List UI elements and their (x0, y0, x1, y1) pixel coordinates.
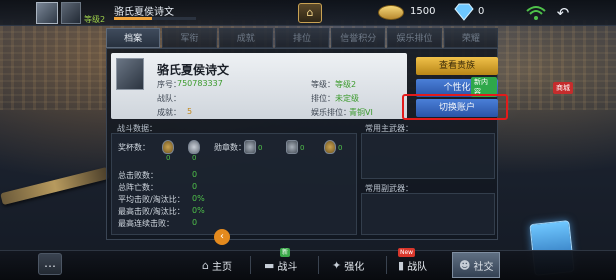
achievement-label: 成就： (157, 108, 181, 117)
trophy-count: 0 (192, 154, 197, 162)
nav-label: 社交 (473, 261, 494, 273)
tab-reputation[interactable]: 信誉积分 (331, 28, 386, 48)
gun-icon: ▬ (264, 258, 275, 272)
diamond-icon[interactable] (454, 3, 474, 21)
coin-count: 1500 (410, 6, 436, 17)
gem-count: 0 (478, 6, 485, 17)
rank-label: 排位： (311, 94, 335, 103)
player-name: 骆氏夏侯诗文 (114, 7, 174, 18)
nav-label: 主页 (211, 261, 232, 273)
medal-label: 勋章数： (214, 143, 246, 152)
stat-label: 总击败数： (118, 171, 158, 180)
tab-profile[interactable]: 档案 (106, 28, 161, 48)
stat-label: 平均击败/淘汰比： (118, 195, 185, 204)
top-bar: 骆氏夏侯诗文 等级2 ⌂ 1500 0 ↶ (0, 0, 616, 26)
stat-value: 0 (192, 218, 198, 227)
stat-value: 0 (192, 170, 198, 179)
chest-icon[interactable]: ⌂ (298, 3, 322, 23)
nav-label: 战斗 (277, 261, 298, 273)
medal-icon (324, 140, 336, 154)
stat-value: 0 (192, 182, 198, 191)
view-honor-button[interactable]: 查看贵族 (416, 57, 498, 75)
player-avatar[interactable] (36, 2, 58, 24)
mall-tag[interactable]: 商城 (553, 82, 573, 94)
nav-social[interactable]: ☻ 社交 (452, 252, 501, 278)
level-value: 等级2 (335, 80, 357, 89)
tab-ranking[interactable]: 排位 (274, 28, 330, 48)
stat-label: 最高击败/淘汰比： (118, 207, 185, 216)
weapon-decoration (0, 166, 110, 206)
fun-rank-value: 青铜VI (349, 108, 373, 117)
profile-card: 骆氏夏侯诗文 序号： 750783337 战队： 成就： 5 等级： 等级2 排… (111, 53, 407, 119)
stat-value: 0% (192, 206, 205, 215)
silver-trophy-icon (188, 140, 200, 154)
tab-glory[interactable]: 荣耀 (443, 28, 498, 48)
id-value: 750783337 (177, 79, 223, 88)
nav-upgrade[interactable]: ✦ 强化 (326, 252, 370, 278)
medal-count: 0 (300, 144, 305, 152)
wifi-icon (526, 6, 546, 20)
medal-count: 0 (338, 144, 343, 152)
trophy-count: 0 (166, 154, 171, 162)
battle-new-badge: 新 (280, 248, 291, 257)
stat-label: 总阵亡数： (118, 183, 158, 192)
team-label: 战队： (157, 94, 181, 103)
rank-icon (61, 2, 81, 24)
profile-tabs: 档案 军衔 成就 排位 信誉积分 娱乐排位 荣耀 (106, 28, 498, 48)
nav-label: 强化 (344, 261, 365, 273)
fun-rank-label: 娱乐排位： (311, 108, 351, 117)
profile-panel: 骆氏夏侯诗文 序号： 750783337 战队： 成就： 5 等级： 等级2 排… (106, 48, 498, 240)
level-label: 等级： (311, 80, 335, 89)
stat-label: 最高连续击败： (118, 219, 174, 228)
battle-stats-box: 奖杯数： 0 0 勋章数： 0 0 0 总击败数： 0 总阵亡数： 0 平均击败… (111, 133, 357, 235)
clan-new-badge: New (398, 248, 416, 257)
xp-fill (114, 17, 152, 20)
trophy-label: 奖杯数： (118, 143, 150, 152)
profile-avatar[interactable] (116, 58, 144, 90)
rank-value: 未定级 (335, 94, 359, 103)
home-icon: ⌂ (202, 258, 209, 272)
clan-icon: ▮ (398, 258, 405, 272)
social-icon: ☻ (459, 258, 471, 272)
nav-home[interactable]: ⌂ 主页 (196, 252, 238, 278)
secondary-weapon-slot[interactable] (361, 193, 495, 235)
stat-value: 0% (192, 194, 205, 203)
gold-trophy-icon (162, 140, 174, 154)
nav-divider (318, 256, 319, 274)
tab-achievements[interactable]: 成就 (218, 28, 273, 48)
chevron-left-icon[interactable]: ‹ (214, 229, 230, 245)
medal-icon (244, 140, 256, 154)
tab-military-rank[interactable]: 军衔 (162, 28, 217, 48)
player-level: 等级2 (84, 15, 106, 24)
switch-account-highlight (402, 94, 508, 120)
medal-count: 0 (258, 144, 263, 152)
upgrade-icon: ✦ (332, 258, 342, 272)
main-weapon-slot[interactable] (361, 133, 495, 179)
tab-fun-ranking[interactable]: 娱乐排位 (387, 28, 442, 48)
coin-icon[interactable] (378, 5, 404, 20)
nav-divider (386, 256, 387, 274)
nav-label: 战队 (407, 261, 428, 273)
xp-bar (114, 17, 196, 20)
achievement-value: 5 (187, 107, 193, 116)
bottom-bar (0, 250, 616, 280)
chat-icon[interactable]: … (38, 253, 62, 275)
nav-divider (250, 256, 251, 274)
back-icon[interactable]: ↶ (553, 3, 573, 23)
medal-icon (286, 140, 298, 154)
profile-name: 骆氏夏侯诗文 (157, 63, 230, 77)
